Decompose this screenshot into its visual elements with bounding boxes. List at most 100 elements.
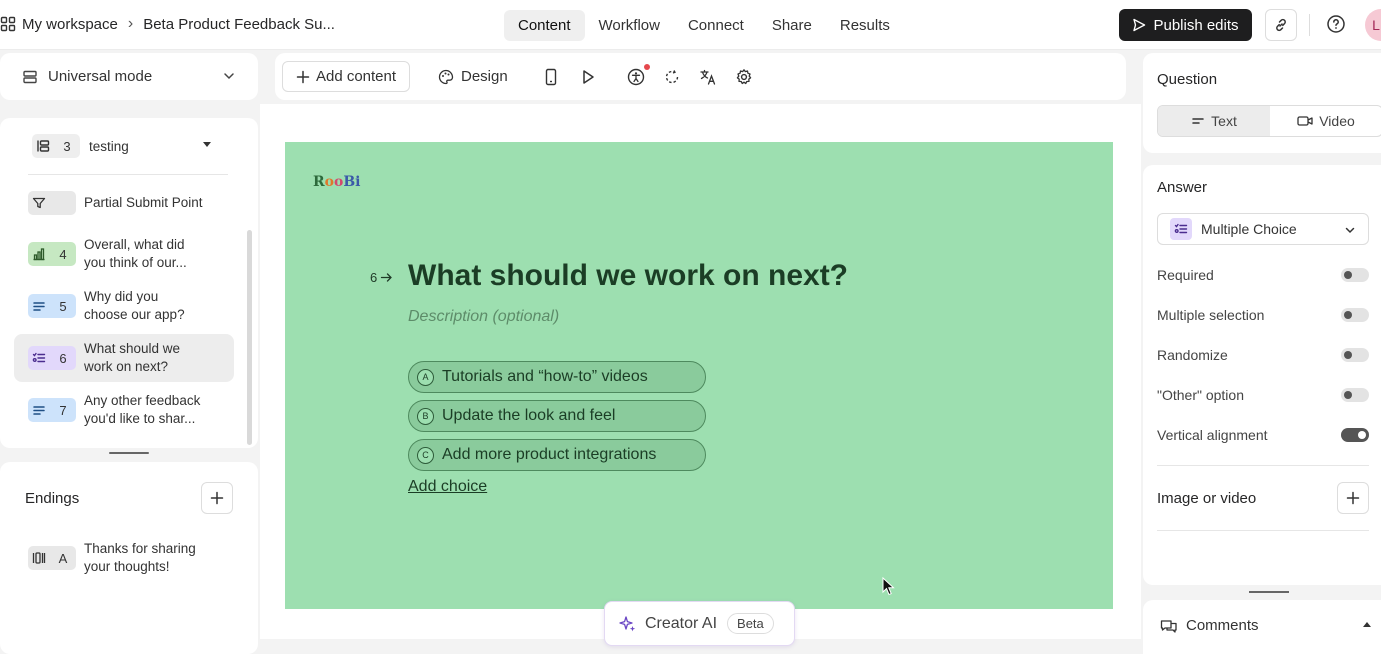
chevron-right-icon: › <box>127 15 134 32</box>
caret-down-icon[interactable] <box>202 139 212 149</box>
answer-type-select[interactable]: Multiple Choice <box>1157 213 1369 245</box>
item-number: 5 <box>59 298 67 314</box>
grid-icon[interactable] <box>0 16 16 32</box>
help-icon[interactable] <box>1326 14 1346 34</box>
list-item-label: Partial Submit Point <box>84 195 203 210</box>
publish-button[interactable]: Publish edits <box>1119 9 1252 41</box>
ending-key: A <box>58 550 68 566</box>
scrollbar[interactable] <box>247 230 252 445</box>
required-row: Required <box>1157 267 1369 283</box>
item-pill: A <box>28 546 76 570</box>
choice-a[interactable]: A Tutorials and “how-to” videos <box>408 361 706 393</box>
description-input[interactable]: Description (optional) <box>408 308 559 326</box>
image-or-video-title: Image or video <box>1157 490 1257 507</box>
text-option-label: Text <box>1211 113 1237 129</box>
required-toggle[interactable] <box>1341 268 1369 282</box>
tab-content[interactable]: Content <box>504 10 585 41</box>
list-item-label: Overall, what did you think of our... <box>84 237 187 270</box>
add-content-button[interactable]: Add content <box>282 61 410 92</box>
answer-settings: Answer Multiple Choice Required Multiple… <box>1143 165 1381 585</box>
endings-title: Endings <box>25 490 80 507</box>
question-list: 3 testing Partial Submit Point 4 Overall… <box>0 118 258 448</box>
list-item-q7[interactable]: 7 Any other feedback you'd like to shar.… <box>14 386 234 434</box>
copy-link-button[interactable] <box>1265 9 1297 41</box>
creator-ai-label: Creator AI <box>645 614 718 632</box>
add-media-button[interactable] <box>1337 482 1369 514</box>
item-pill: 6 <box>28 346 76 370</box>
question-section-title: Question <box>1157 71 1218 88</box>
item-pill: 4 <box>28 242 76 266</box>
question-group[interactable]: 3 testing <box>32 134 228 158</box>
question-type-toggle: Text Video <box>1157 105 1381 137</box>
item-number: 6 <box>59 350 67 366</box>
divider <box>1309 14 1310 36</box>
plus-icon <box>1346 491 1360 505</box>
design-button[interactable]: Design <box>438 61 508 92</box>
divider <box>28 174 228 175</box>
list-choice-icon <box>28 351 50 365</box>
randomize-toggle[interactable] <box>1341 348 1369 362</box>
choice-key: C <box>417 446 434 464</box>
notification-dot <box>644 64 650 70</box>
choice-label: Update the look and feel <box>442 407 616 424</box>
video-option[interactable]: Video <box>1270 106 1381 136</box>
other-option-toggle[interactable] <box>1341 388 1369 402</box>
resize-handle[interactable] <box>109 452 149 454</box>
caret-up-icon[interactable] <box>1362 620 1372 630</box>
answer-type-value: Multiple Choice <box>1201 221 1297 237</box>
randomize-row: Randomize <box>1157 347 1369 363</box>
choice-b[interactable]: B Update the look and feel <box>408 400 706 432</box>
ending-label: Thanks for sharing your thoughts! <box>84 541 196 574</box>
chevron-down-icon <box>1344 224 1356 236</box>
breadcrumb: My workspace › Beta Product Feedback Su.… <box>0 15 335 33</box>
text-lines-icon <box>28 403 50 417</box>
list-choice-icon <box>1170 218 1192 240</box>
creator-ai-button[interactable]: Creator AI Beta <box>604 601 795 646</box>
logic-icon[interactable] <box>663 68 681 86</box>
tab-connect[interactable]: Connect <box>674 10 758 41</box>
tab-workflow[interactable]: Workflow <box>585 10 674 41</box>
add-content-label: Add content <box>315 68 397 85</box>
comments-header: Comments <box>1160 617 1259 634</box>
vertical-alignment-toggle[interactable] <box>1341 428 1369 442</box>
text-icon <box>1191 114 1205 128</box>
item-number: 4 <box>59 246 67 262</box>
breadcrumb-form-title[interactable]: Beta Product Feedback Su... <box>143 16 335 33</box>
list-item-label: Any other feedback you'd like to shar... <box>84 393 201 426</box>
list-item-partial-submit[interactable]: Partial Submit Point <box>14 179 234 227</box>
play-icon[interactable] <box>579 68 597 86</box>
add-ending-button[interactable] <box>201 482 233 514</box>
multiple-selection-toggle[interactable] <box>1341 308 1369 322</box>
accessibility-icon[interactable] <box>627 68 645 86</box>
question-title[interactable]: What should we work on next? <box>408 259 848 293</box>
gear-icon[interactable] <box>735 68 753 86</box>
text-option[interactable]: Text <box>1158 106 1270 136</box>
mouse-cursor-icon <box>882 577 896 597</box>
add-choice-link[interactable]: Add choice <box>408 478 487 496</box>
list-item-q4[interactable]: 4 Overall, what did you think of our... <box>14 230 234 278</box>
plus-icon <box>296 70 310 84</box>
list-item-q5[interactable]: 5 Why did you choose our app? <box>14 282 234 330</box>
resize-handle[interactable] <box>1249 591 1289 593</box>
publish-label: Publish edits <box>1153 16 1239 34</box>
comments-label: Comments <box>1186 617 1259 634</box>
translate-icon[interactable] <box>699 68 717 86</box>
send-icon <box>1132 18 1146 32</box>
randomize-label: Randomize <box>1157 347 1228 363</box>
vertical-alignment-label: Vertical alignment <box>1157 427 1268 443</box>
multiple-selection-row: Multiple selection <box>1157 307 1369 323</box>
mode-selector[interactable]: Universal mode <box>0 53 258 100</box>
comments-panel[interactable]: Comments <box>1143 600 1381 654</box>
sparkle-icon <box>619 615 637 633</box>
tab-results[interactable]: Results <box>826 10 904 41</box>
tab-share[interactable]: Share <box>758 10 826 41</box>
list-item-q6[interactable]: 6 What should we work on next? <box>14 334 234 382</box>
choice-key: A <box>417 368 434 386</box>
mobile-preview-icon[interactable] <box>543 68 559 86</box>
question-canvas: RooBi 6 What should we work on next? Des… <box>285 142 1113 609</box>
breadcrumb-workspace[interactable]: My workspace <box>22 16 118 33</box>
avatar[interactable]: L <box>1365 9 1381 41</box>
design-label: Design <box>461 68 508 85</box>
ending-item[interactable]: A Thanks for sharing your thoughts! <box>28 540 214 576</box>
choice-c[interactable]: C Add more product integrations <box>408 439 706 471</box>
